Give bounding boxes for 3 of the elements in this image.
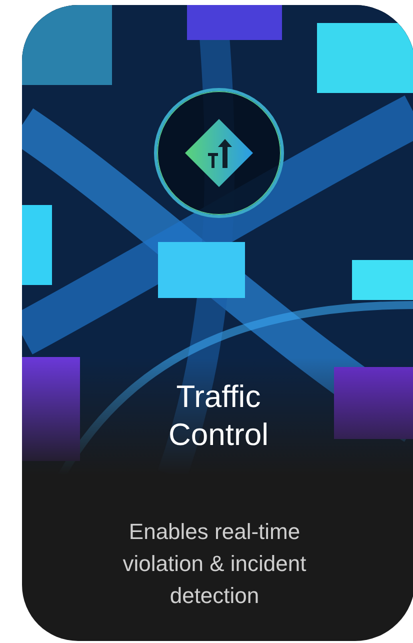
card-title: Traffic Control — [168, 378, 270, 454]
road-sign-icon — [182, 117, 254, 189]
card-description: Enables real-time violation & incident detection — [122, 518, 308, 610]
